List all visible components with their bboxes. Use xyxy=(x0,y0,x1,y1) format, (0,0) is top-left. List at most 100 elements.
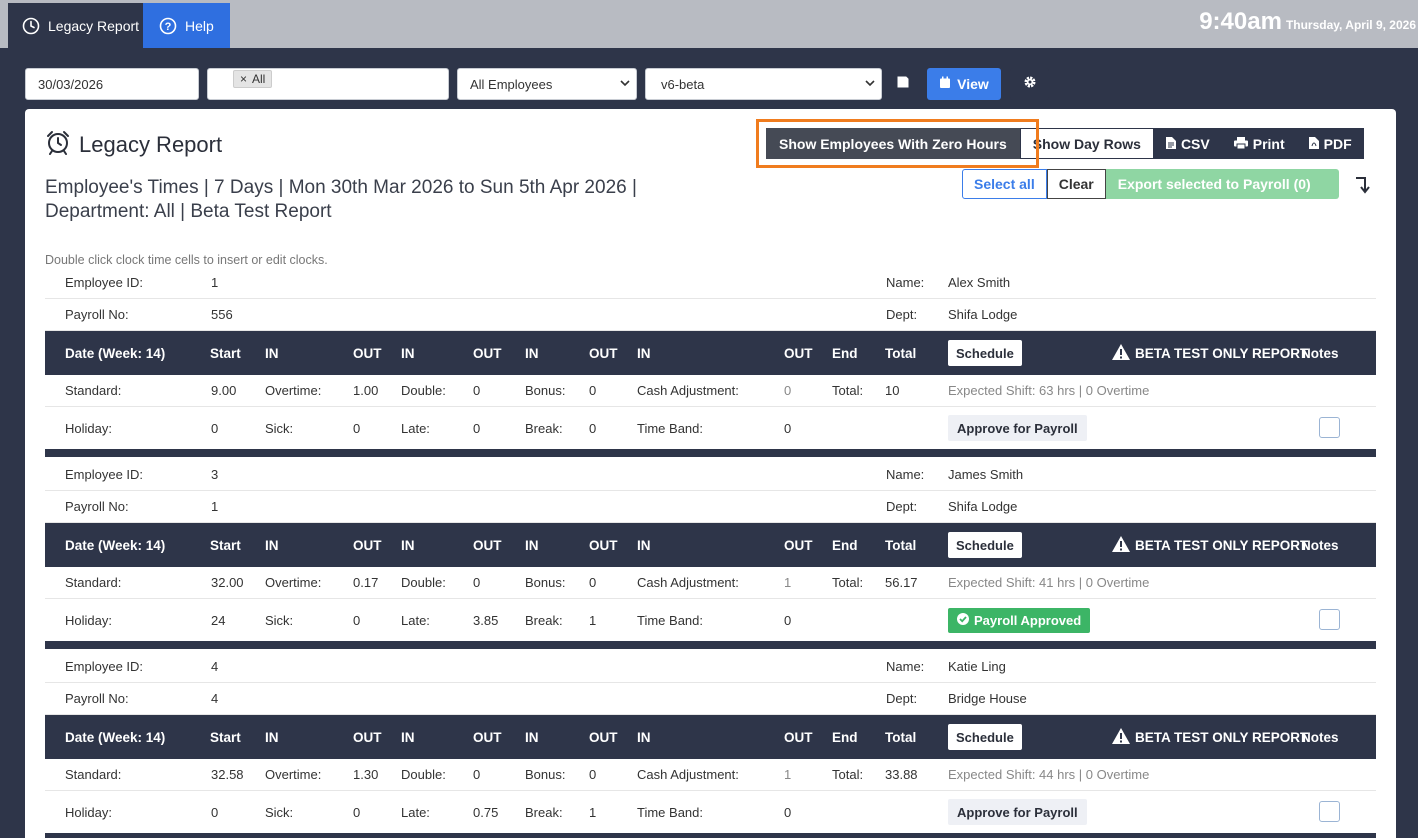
payroll-label: Payroll No: xyxy=(65,691,129,706)
bonus-value: 0 xyxy=(589,383,597,398)
standard-value: 32.58 xyxy=(211,767,244,782)
view-button[interactable]: View xyxy=(927,68,1001,100)
sick-value: 0 xyxy=(353,612,361,628)
sick-label: Sick: xyxy=(265,612,294,628)
name-label: Name: xyxy=(886,467,925,482)
col-out: OUT xyxy=(589,345,618,361)
tag-label: All xyxy=(252,72,266,86)
warning-icon xyxy=(1111,535,1131,556)
department-tag-input[interactable]: × All xyxy=(207,68,449,100)
sick-label: Sick: xyxy=(265,804,294,820)
pdf-label: PDF xyxy=(1323,135,1352,152)
sick-label: Sick: xyxy=(265,420,294,436)
chevron-down-icon xyxy=(620,79,630,90)
select-all-button[interactable]: Select all xyxy=(962,169,1047,199)
overtime-label: Overtime: xyxy=(265,575,322,590)
csv-label: CSV xyxy=(1180,135,1210,152)
col-out: OUT xyxy=(784,729,813,745)
break-label: Break: xyxy=(525,804,563,820)
col-date: Date (Week: 14) xyxy=(65,345,166,361)
late-value: 0.75 xyxy=(473,804,499,820)
edit-hint: Double click clock time cells to insert … xyxy=(45,253,328,267)
collapse-arrow-icon[interactable] xyxy=(1354,175,1372,200)
break-value: 0 xyxy=(589,420,597,436)
col-out: OUT xyxy=(784,537,813,553)
version-select[interactable]: v6-beta xyxy=(645,68,882,100)
beta-warning-text: BETA TEST ONLY REPORT xyxy=(1135,537,1309,553)
sick-value: 0 xyxy=(353,804,361,820)
schedule-button[interactable]: Schedule xyxy=(948,340,1022,366)
remove-tag-icon[interactable]: × xyxy=(240,72,247,86)
schedule-button[interactable]: Schedule xyxy=(948,724,1022,750)
col-out: OUT xyxy=(473,345,502,361)
schedule-button[interactable]: Schedule xyxy=(948,532,1022,558)
export-payroll-button[interactable]: Export selected to Payroll (0) xyxy=(1105,169,1339,199)
page-title: Legacy Report xyxy=(45,129,222,161)
bonus-value: 0 xyxy=(589,575,597,590)
col-in: IN xyxy=(637,345,651,361)
tab-label: Legacy Report xyxy=(48,17,140,34)
save-button[interactable] xyxy=(890,72,916,96)
col-start: Start xyxy=(210,729,241,745)
clock-icon xyxy=(22,17,40,35)
employees-select[interactable]: All Employees xyxy=(457,68,637,100)
payroll-row: Payroll No: 1 Dept: Shifa Lodge xyxy=(45,491,1376,523)
employee-id-label: Employee ID: xyxy=(65,659,144,674)
col-in: IN xyxy=(525,537,539,553)
dept-value: Shifa Lodge xyxy=(948,307,1018,322)
clear-button[interactable]: Clear xyxy=(1046,169,1106,199)
date-input[interactable]: 30/03/2026 xyxy=(25,68,199,100)
standard-label: Standard: xyxy=(65,383,122,398)
late-label: Late: xyxy=(401,420,430,436)
pdf-button[interactable]: PDF xyxy=(1296,128,1364,159)
approve-payroll-button[interactable]: Approve for Payroll xyxy=(948,799,1087,825)
print-label: Print xyxy=(1252,135,1285,152)
employee-id-value: 4 xyxy=(211,659,219,674)
bonus-label: Bonus: xyxy=(525,767,566,782)
holiday-label: Holiday: xyxy=(65,420,112,436)
check-circle-icon xyxy=(957,613,969,628)
col-in: IN xyxy=(265,729,279,745)
warning-icon xyxy=(1111,727,1131,748)
col-date: Date (Week: 14) xyxy=(65,729,166,745)
top-bar: Legacy Report ? Help 9:40am Thursday, Ap… xyxy=(0,0,1418,48)
beta-warning-text: BETA TEST ONLY REPORT xyxy=(1135,729,1309,745)
employee-divider xyxy=(45,641,1376,649)
selection-actions: Select all Clear Export selected to Payr… xyxy=(962,169,1339,199)
employee-name: Alex Smith xyxy=(948,275,1011,290)
hours-summary-row: Standard: 9.00 Overtime: 1.00 Double: 0 … xyxy=(45,375,1376,407)
break-value: 1 xyxy=(589,804,597,820)
late-value: 3.85 xyxy=(473,612,499,628)
standard-label: Standard: xyxy=(65,767,122,782)
tab-legacy-report[interactable]: Legacy Report xyxy=(8,3,143,48)
print-button[interactable]: Print xyxy=(1221,128,1297,159)
view-label: View xyxy=(957,76,989,92)
holiday-value: 24 xyxy=(211,612,226,628)
show-day-rows-button[interactable]: Show Day Rows xyxy=(1019,128,1154,159)
settings-button[interactable] xyxy=(1010,68,1049,100)
date-value: 30/03/2026 xyxy=(38,76,104,92)
col-end: End xyxy=(832,345,858,361)
time-band-label: Time Band: xyxy=(637,612,703,628)
total-value: 56.17 xyxy=(885,575,918,590)
payroll-row: Payroll No: 4 Dept: Bridge House xyxy=(45,683,1376,715)
col-in: IN xyxy=(401,729,415,745)
sick-value: 0 xyxy=(353,420,361,436)
employee-id-label: Employee ID: xyxy=(65,467,144,482)
version-value: v6-beta xyxy=(661,76,705,92)
select-checkbox[interactable] xyxy=(1319,801,1340,822)
col-start: Start xyxy=(210,345,241,361)
name-label: Name: xyxy=(886,659,925,674)
select-checkbox[interactable] xyxy=(1319,417,1340,438)
clock-date: Thursday, April 9, 2026 xyxy=(1285,18,1416,32)
approve-payroll-button[interactable]: Approve for Payroll xyxy=(948,415,1087,441)
select-checkbox[interactable] xyxy=(1319,609,1340,630)
tab-help[interactable]: ? Help xyxy=(143,3,230,48)
calendar-icon xyxy=(939,76,951,92)
csv-button[interactable]: CSV xyxy=(1153,128,1222,159)
time-band-label: Time Band: xyxy=(637,420,703,436)
employee-name: James Smith xyxy=(948,467,1024,482)
hours-summary-row: Standard: 32.58 Overtime: 1.30 Double: 0… xyxy=(45,759,1376,791)
cash-adjustment-label: Cash Adjustment: xyxy=(637,575,739,590)
beta-warning-text: BETA TEST ONLY REPORT xyxy=(1135,345,1309,361)
